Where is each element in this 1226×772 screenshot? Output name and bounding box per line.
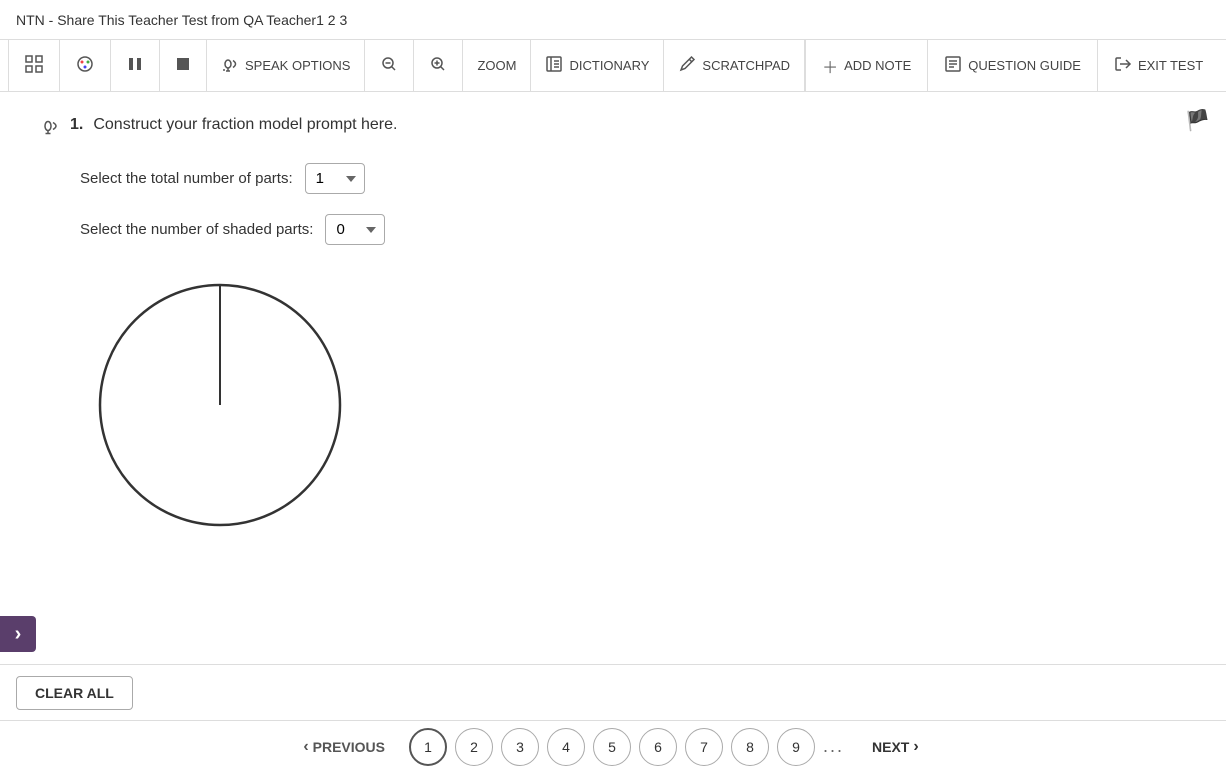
page-3-label: 3 [516,739,524,755]
page-7-button[interactable]: 7 [685,728,723,766]
page-8-button[interactable]: 8 [731,728,769,766]
page-4-button[interactable]: 4 [547,728,585,766]
page-7-label: 7 [700,739,708,755]
circle-svg [80,265,360,545]
scratchpad-button[interactable]: SCRATCHPAD [664,40,805,92]
toolbar: SPEAK OPTIONS ZOOM [0,40,1226,92]
clear-all-button[interactable]: CLEAR ALL [16,676,133,710]
zoom-label: ZOOM [477,58,516,73]
page-5-button[interactable]: 5 [593,728,631,766]
question-guide-label: QUESTION GUIDE [968,58,1081,73]
total-parts-select[interactable]: 1 2 3 4 5 [305,163,365,194]
question-number: 1. [70,116,83,134]
add-note-icon: ＋ [822,54,838,78]
chevron-left-icon: ‹ [303,738,308,756]
exit-test-icon [1114,55,1132,76]
page-3-button[interactable]: 3 [501,728,539,766]
zoom-out-icon [381,56,397,75]
exit-test-label: EXIT TEST [1138,58,1203,73]
nav-dots: ... [823,736,844,757]
flag-icon: 🏴 [1185,110,1210,132]
page-1-label: 1 [424,739,432,755]
question-text: Construct your fraction model prompt her… [93,116,397,134]
zoom-out-button[interactable] [365,40,414,92]
flag-button[interactable]: 🏴 [1185,108,1210,133]
total-parts-label: Select the total number of parts: [80,170,293,187]
page-9-label: 9 [792,739,800,755]
main-content: 🏴 1. Construct your fraction model promp… [0,92,1226,664]
exit-test-button[interactable]: EXIT TEST [1097,40,1219,92]
page-4-label: 4 [562,739,570,755]
expand-panel-button[interactable]: › [0,616,36,652]
pause-button[interactable] [111,40,160,92]
page-5-label: 5 [608,739,616,755]
expand-icon: › [15,623,22,646]
dictionary-button[interactable]: DICTIONARY [531,40,664,92]
palette-icon [76,55,94,76]
stop-icon [176,57,190,74]
question-guide-icon [944,55,962,76]
speak-icon [221,55,239,76]
total-parts-row: Select the total number of parts: 1 2 3 … [80,163,1186,194]
page-title: NTN - Share This Teacher Test from QA Te… [16,12,347,28]
page-6-label: 6 [654,739,662,755]
page-9-button[interactable]: 9 [777,728,815,766]
scratchpad-label: SCRATCHPAD [702,58,790,73]
fraction-circle [80,265,1186,550]
next-label: NEXT [872,739,909,755]
palette-button[interactable] [60,40,111,92]
scratchpad-icon [678,55,696,76]
question-guide-button[interactable]: QUESTION GUIDE [927,40,1097,92]
question-header: 1. Construct your fraction model prompt … [40,116,1186,139]
zoom-in-icon [430,56,446,75]
page-8-label: 8 [746,739,754,755]
add-note-button[interactable]: ＋ ADD NOTE [805,40,927,92]
speaker-button[interactable] [40,116,60,139]
zoom-in-button[interactable] [414,40,463,92]
pause-icon [127,56,143,75]
dictionary-label: DICTIONARY [569,58,649,73]
grid-icon [25,55,43,76]
page-6-button[interactable]: 6 [639,728,677,766]
page-2-label: 2 [470,739,478,755]
shaded-parts-select[interactable]: 0 1 [325,214,385,245]
previous-label: PREVIOUS [313,739,385,755]
shaded-parts-label: Select the number of shaded parts: [80,221,313,238]
title-bar: NTN - Share This Teacher Test from QA Te… [0,0,1226,40]
dictionary-icon [545,55,563,76]
next-button[interactable]: NEXT › [852,730,939,764]
grid-button[interactable] [8,40,60,92]
page-2-button[interactable]: 2 [455,728,493,766]
bottom-bar: CLEAR ALL [0,664,1226,720]
speak-options-button[interactable]: SPEAK OPTIONS [207,40,365,92]
navigation-bar: ‹ PREVIOUS 1 2 3 4 5 6 7 8 9 ... NEXT › [0,720,1226,772]
add-note-label: ADD NOTE [844,58,911,73]
page-1-button[interactable]: 1 [409,728,447,766]
speak-options-label: SPEAK OPTIONS [245,58,350,73]
previous-button[interactable]: ‹ PREVIOUS [287,738,401,756]
stop-button[interactable] [160,40,207,92]
chevron-right-icon: › [913,738,918,756]
zoom-label-button[interactable]: ZOOM [463,40,531,92]
shaded-parts-row: Select the number of shaded parts: 0 1 [80,214,1186,245]
toolbar-right: ＋ ADD NOTE QUESTION GUIDE [805,40,1219,92]
